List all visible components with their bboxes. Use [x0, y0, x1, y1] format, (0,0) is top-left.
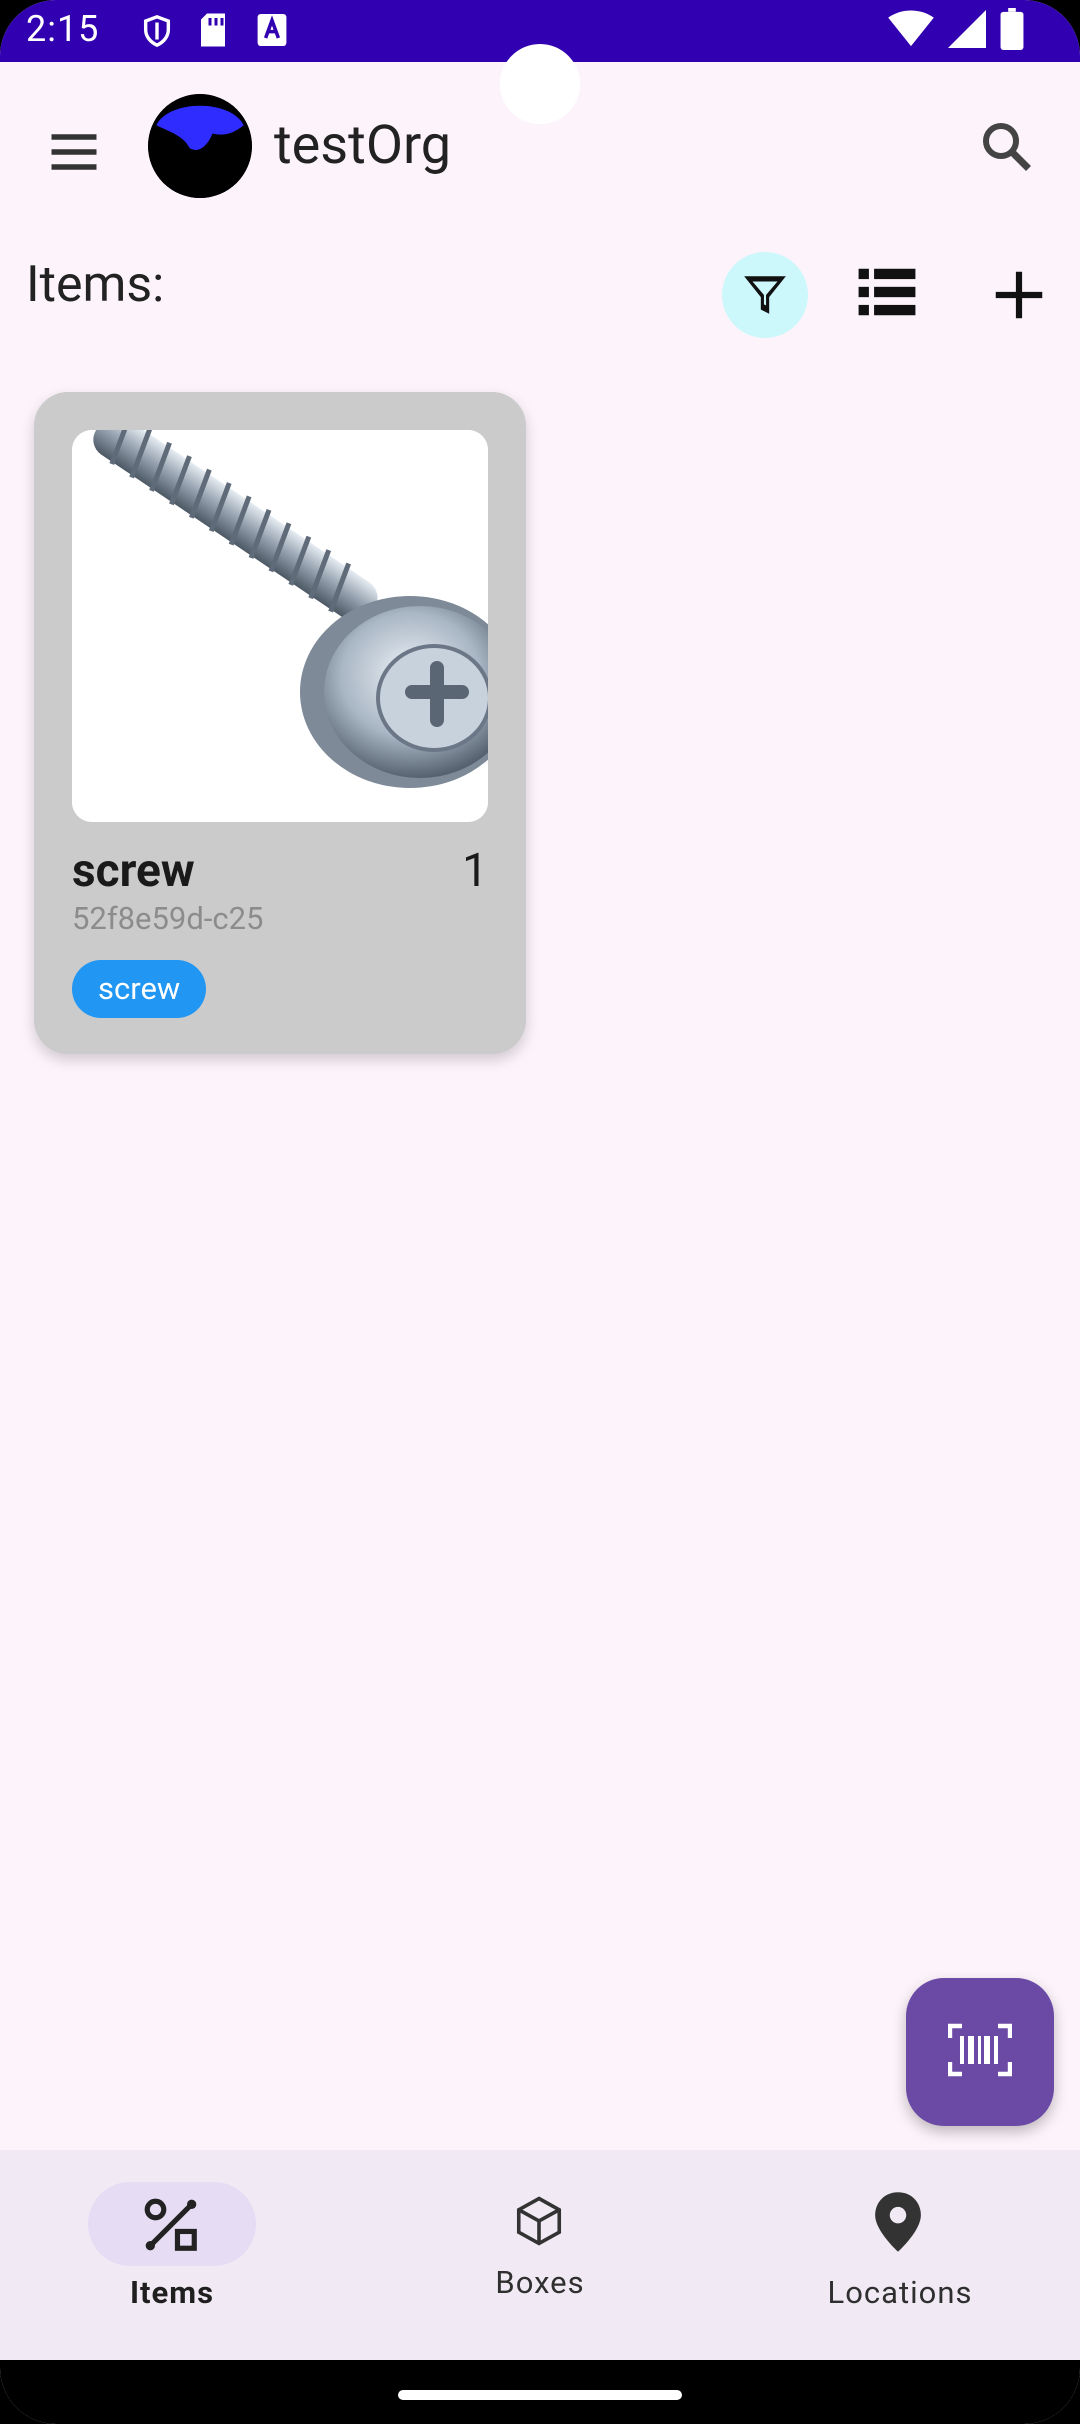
item-name: screw [72, 844, 195, 898]
items-heading: Items: [26, 256, 165, 314]
list-view-icon[interactable] [856, 264, 926, 326]
barcode-scan-button[interactable] [906, 1978, 1054, 2126]
app-screen: 2:15 testOrg Items: screw 1 52f8e59d-c25… [0, 0, 1080, 2424]
nav-items[interactable]: Items [0, 2150, 360, 2360]
item-id: 52f8e59d-c25 [72, 900, 264, 937]
filter-icon[interactable] [722, 252, 808, 338]
nav-locations-label: Locations [827, 2274, 973, 2311]
search-icon[interactable] [976, 116, 1036, 176]
item-tag-chip[interactable]: screw [72, 960, 207, 1018]
barcode-scan-icon [947, 2023, 1013, 2081]
nav-items-label: Items [129, 2274, 215, 2311]
sd-card-icon [198, 12, 228, 52]
menu-icon[interactable] [44, 122, 104, 182]
battery-icon [1000, 8, 1024, 54]
org-avatar[interactable] [148, 94, 252, 198]
item-quantity: 1 [462, 844, 488, 898]
nav-boxes-label: Boxes [495, 2264, 585, 2301]
location-pin-icon [870, 2190, 926, 2258]
items-icon [140, 2194, 202, 2260]
wifi-icon [888, 10, 934, 52]
app-bar: testOrg [0, 62, 1080, 232]
add-icon[interactable] [988, 264, 1050, 326]
status-time: 2:15 [26, 8, 100, 50]
nav-locations[interactable]: Locations [720, 2150, 1080, 2360]
home-gesture-bar[interactable] [398, 2390, 682, 2400]
item-card[interactable]: screw 1 52f8e59d-c25 screw [34, 392, 526, 1054]
nav-boxes[interactable]: Boxes [360, 2150, 720, 2360]
shield-icon [140, 12, 174, 54]
bottom-navigation: Items Boxes Locations [0, 2150, 1080, 2360]
signal-icon [948, 10, 986, 52]
a-badge-icon [256, 12, 288, 52]
gesture-area [0, 2360, 1080, 2424]
org-name[interactable]: testOrg [274, 114, 451, 177]
screw-photo [72, 430, 488, 822]
box-icon [512, 2194, 566, 2252]
